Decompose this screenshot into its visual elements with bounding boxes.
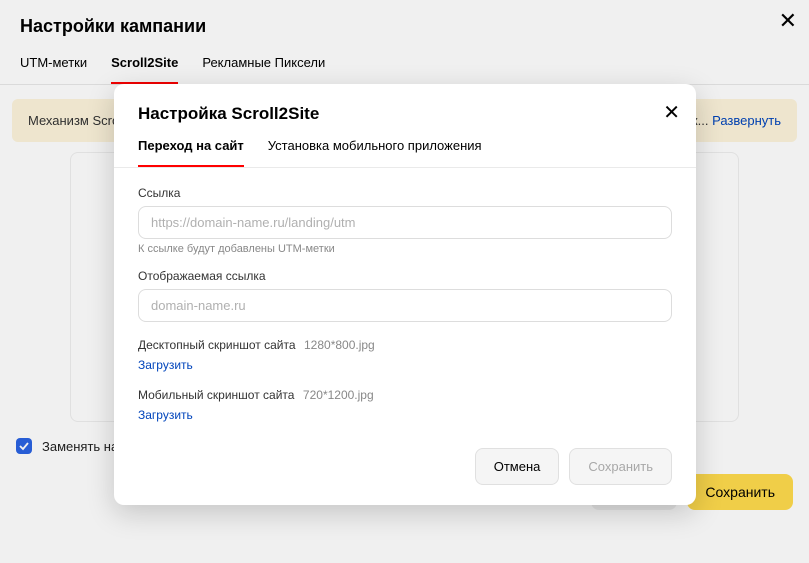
display-link-input[interactable] bbox=[138, 289, 672, 322]
desktop-shot-label: Десктопный скриншот сайта bbox=[138, 338, 296, 352]
modal-save-button[interactable]: Сохранить bbox=[569, 448, 672, 485]
desktop-shot-dim: 1280*800.jpg bbox=[304, 338, 375, 352]
mobile-shot-label: Мобильный скриншот сайта bbox=[138, 388, 294, 402]
modal-tab-app[interactable]: Установка мобильного приложения bbox=[268, 138, 482, 167]
mobile-shot-upload-link[interactable]: Загрузить bbox=[138, 408, 672, 422]
modal-cancel-button[interactable]: Отмена bbox=[475, 448, 560, 485]
scroll2site-modal: Настройка Scroll2Site ✕ Переход на сайт … bbox=[114, 84, 696, 505]
modal-tabs: Переход на сайт Установка мобильного при… bbox=[114, 132, 696, 168]
mobile-shot-dim: 720*1200.jpg bbox=[303, 388, 374, 402]
modal-tab-site[interactable]: Переход на сайт bbox=[138, 138, 244, 167]
display-link-label: Отображаемая ссылка bbox=[138, 269, 672, 283]
link-input[interactable] bbox=[138, 206, 672, 239]
link-label: Ссылка bbox=[138, 186, 672, 200]
link-hint: К ссылке будут добавлены UTM-метки bbox=[138, 243, 672, 255]
desktop-shot-upload-link[interactable]: Загрузить bbox=[138, 358, 672, 372]
modal-close-icon[interactable]: ✕ bbox=[663, 100, 680, 125]
modal-title: Настройка Scroll2Site bbox=[138, 104, 672, 124]
